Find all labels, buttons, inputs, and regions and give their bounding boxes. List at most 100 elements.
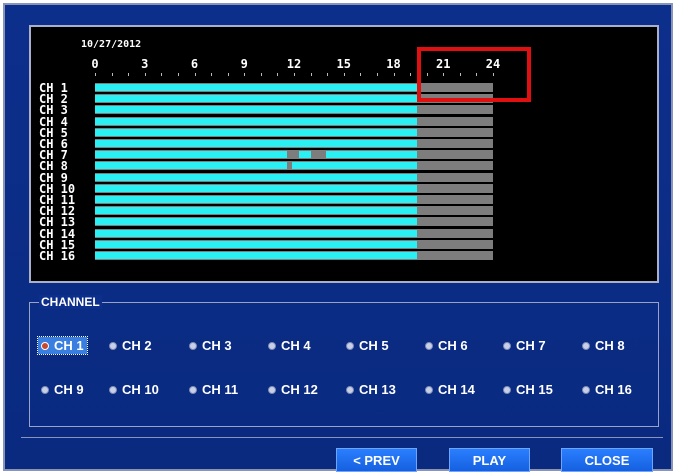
channel-radio-label: CH 8 (595, 338, 625, 353)
hour-minor-tick (327, 73, 329, 76)
recording-bar[interactable] (95, 162, 417, 170)
recording-gap (287, 150, 299, 160)
hour-minor-tick (227, 73, 229, 76)
channel-radio-ch-14[interactable]: CH 14 (422, 381, 478, 398)
channel-radio-label: CH 5 (359, 338, 389, 353)
recording-bar[interactable] (95, 240, 417, 248)
channel-radio-ch-16[interactable]: CH 16 (579, 381, 635, 398)
channel-radio-label: CH 10 (122, 382, 159, 397)
recording-bar[interactable] (95, 151, 417, 159)
channel-radio-ch-5[interactable]: CH 5 (343, 337, 392, 354)
channel-radio-ch-8[interactable]: CH 8 (579, 337, 628, 354)
channel-radio-label: CH 3 (202, 338, 232, 353)
recording-bar[interactable] (95, 252, 417, 259)
hour-tick-label: 15 (336, 57, 351, 71)
hour-minor-tick (128, 73, 130, 76)
recording-bar[interactable] (95, 95, 417, 103)
channel-radio-ch-11[interactable]: CH 11 (186, 381, 241, 398)
channel-radio-label: CH 11 (202, 382, 239, 397)
radio-dot-icon (268, 385, 276, 394)
recording-bar[interactable] (95, 117, 417, 125)
channel-radio-ch-1[interactable]: CH 1 (37, 336, 88, 355)
channel-radio-ch-12[interactable]: CH 12 (265, 381, 321, 398)
radio-dot-icon (503, 385, 511, 394)
hour-tick-label: 0 (91, 57, 99, 71)
hour-minor-tick (393, 73, 395, 76)
channel-radio-ch-3[interactable]: CH 3 (186, 337, 235, 354)
channel-radio-ch-13[interactable]: CH 13 (343, 381, 399, 398)
recording-bar[interactable] (95, 106, 417, 114)
recording-bar[interactable] (95, 140, 417, 147)
hour-tick-label: 18 (386, 57, 401, 71)
hour-tick-label: 3 (141, 57, 149, 71)
play-button[interactable]: PLAY (449, 448, 530, 472)
channel-radio-label: CH 9 (54, 382, 84, 397)
radio-dot-icon (346, 341, 354, 350)
recording-bar[interactable] (95, 173, 417, 181)
channel-radio-label: CH 4 (281, 338, 311, 353)
radio-dot-icon (582, 385, 590, 394)
timeline-date: 10/27/2012 (81, 39, 142, 50)
hour-tick-label: 6 (190, 57, 199, 71)
channel-radio-label: CH 2 (122, 338, 152, 353)
recording-bar[interactable] (95, 218, 417, 226)
channel-radio-ch-7[interactable]: CH 7 (500, 337, 549, 354)
close-button[interactable]: CLOSE (561, 448, 653, 472)
recording-bar[interactable] (95, 229, 417, 237)
hour-tick-label: 12 (286, 57, 302, 71)
hour-minor-tick (343, 73, 345, 76)
channel-radio-label: CH 15 (516, 382, 553, 397)
channel-radio-ch-6[interactable]: CH 6 (422, 337, 471, 354)
radio-dot-icon (41, 341, 49, 350)
radio-dot-icon (425, 341, 433, 350)
recording-bar[interactable] (95, 196, 417, 203)
highlight-box (417, 47, 531, 102)
channel-radio-label: CH 16 (595, 382, 632, 397)
recording-bar[interactable] (95, 184, 417, 192)
radio-dot-icon (346, 385, 354, 394)
recording-bar[interactable] (95, 84, 417, 91)
radio-dot-icon (41, 385, 49, 394)
recording-bar[interactable] (95, 128, 417, 136)
search-window: 10/27/2012 0 3 6 9 12 15 18 21 24 CH 1 CH 2 CH 3 CH… (3, 3, 673, 472)
hour-minor-tick (277, 73, 279, 76)
channel-group-title: CHANNEL (39, 295, 102, 309)
timeline-channel-label: CH 16 (39, 249, 76, 263)
radio-dot-icon (268, 341, 276, 350)
hour-minor-tick (95, 73, 96, 76)
hour-minor-tick (144, 73, 146, 76)
hour-minor-tick (260, 73, 262, 76)
hour-minor-tick (161, 73, 163, 76)
recording-gap (310, 150, 326, 160)
recording-gap (287, 161, 293, 171)
channel-radio-ch-10[interactable]: CH 10 (106, 381, 162, 398)
hour-minor-tick (111, 73, 113, 76)
hour-minor-tick (310, 73, 312, 76)
channel-radio-ch-4[interactable]: CH 4 (265, 337, 314, 354)
hour-minor-tick (194, 73, 196, 76)
footer-divider (21, 437, 663, 438)
radio-dot-icon (189, 385, 197, 394)
recording-timeline[interactable]: 10/27/2012 0 3 6 9 12 15 18 21 24 CH 1 CH 2 CH 3 CH… (29, 25, 659, 283)
hour-minor-tick (294, 73, 295, 76)
hour-tick-label: 9 (240, 57, 248, 71)
channel-radio-label: CH 13 (359, 382, 396, 397)
hour-minor-tick (211, 73, 213, 76)
prev-button[interactable]: < PREV (336, 448, 417, 472)
channel-radio-ch-15[interactable]: CH 15 (500, 381, 556, 398)
hour-minor-tick (410, 73, 412, 76)
channel-selection-group: CHANNEL CH 1 CH 2 CH 3 CH 4 CH 5 CH 6 CH 7 CH 8… (29, 295, 659, 427)
radio-dot-icon (109, 385, 117, 394)
hour-minor-tick (376, 73, 378, 76)
hour-minor-tick (360, 73, 362, 76)
radio-dot-icon (582, 341, 590, 350)
radio-dot-icon (109, 341, 117, 350)
radio-dot-icon (189, 341, 197, 350)
radio-dot-icon (425, 385, 433, 394)
channel-radio-label: CH 14 (438, 382, 475, 397)
recording-bar[interactable] (95, 207, 417, 215)
channel-radio-label: CH 12 (281, 382, 318, 397)
channel-radio-ch-2[interactable]: CH 2 (106, 337, 155, 354)
channel-radio-label: CH 7 (516, 338, 546, 353)
channel-radio-ch-9[interactable]: CH 9 (38, 381, 87, 398)
